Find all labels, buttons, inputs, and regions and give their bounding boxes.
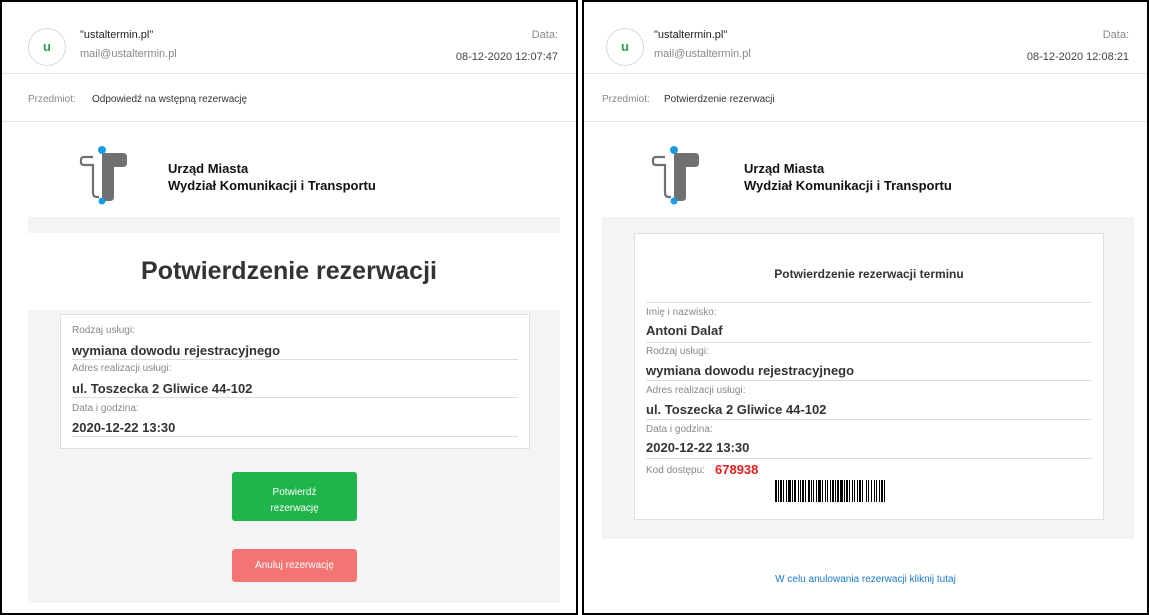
card-title: Potwierdzenie rezerwacji terminu [774, 267, 964, 281]
org-department: Wydział Komunikacji i Transportu [744, 178, 952, 193]
logo-icon [79, 146, 127, 205]
field-label: Rodzaj usługi: [72, 325, 135, 336]
field-divider [646, 342, 1092, 343]
sender-name: "ustaltermin.pl" [654, 29, 728, 41]
field-value: 2020-12-22 13:30 [72, 420, 176, 435]
field-divider [646, 458, 1092, 459]
confirm-reservation-button[interactable]: Potwierdź rezerwację [232, 472, 357, 521]
date-label: Data: [531, 29, 558, 41]
field-value: ul. Toszecka 2 Gliwice 44-102 [646, 402, 827, 417]
field-divider [72, 436, 518, 437]
confirm-label-line2: rezerwację [270, 503, 319, 514]
field-value: wymiana dowodu rejestracyjnego [72, 343, 281, 358]
field-label: Adres realizacji usługi: [72, 363, 172, 374]
subject-bar: Przedmiot: Potwierdzenie rezerwacji [584, 74, 1147, 122]
field-divider [646, 419, 1092, 420]
org-department: Wydział Komunikacji i Transportu [168, 178, 376, 193]
field-divider [646, 380, 1092, 381]
access-code-value: 678938 [715, 462, 759, 477]
date-value: 08-12-2020 12:08:21 [1026, 51, 1129, 63]
subject-text: Odpowiedź na wstępną rezerwację [92, 94, 248, 105]
cancel-reservation-button[interactable]: Anuluj rezerwację [232, 549, 357, 582]
avatar: u [606, 28, 644, 66]
field-value: ul. Toszecka 2 Gliwice 44-102 [72, 381, 253, 396]
email-panel-left: u "ustaltermin.pl" mail@ustaltermin.pl D… [0, 0, 578, 615]
cancel-reservation-link[interactable]: W celu anulowania rezerwacji kliknij tut… [584, 574, 1147, 585]
page-title: Potwierdzenie rezerwacji [141, 257, 437, 285]
org-name: Urząd Miasta [168, 161, 249, 176]
gray-band [28, 217, 560, 233]
field-value: wymiana dowodu rejestracyjnego [646, 363, 855, 378]
field-value: Antoni Dalaf [646, 323, 723, 338]
email-header: u "ustaltermin.pl" mail@ustaltermin.pl D… [584, 2, 1147, 74]
reservation-card: Rodzaj usługi: wymiana dowodu rejestracy… [60, 314, 530, 449]
org-name: Urząd Miasta [744, 161, 825, 176]
field-divider [646, 302, 1092, 303]
subject-label: Przedmiot: [28, 94, 76, 105]
date-label: Data: [1102, 29, 1129, 41]
field-label: Adres realizacji usługi: [646, 385, 746, 396]
sender-name: "ustaltermin.pl" [80, 29, 154, 41]
subject-text: Potwierdzenie rezerwacji [664, 94, 775, 105]
logo-icon [651, 146, 699, 205]
barcode-icon [775, 480, 885, 502]
sender-email[interactable]: mail@ustaltermin.pl [654, 48, 751, 60]
email-panel-right: u "ustaltermin.pl" mail@ustaltermin.pl D… [582, 0, 1149, 615]
field-divider [72, 397, 518, 398]
field-label: Rodzaj usługi: [646, 346, 709, 357]
subject-bar: Przedmiot: Odpowiedź na wstępną rezerwac… [2, 74, 576, 122]
subject-label: Przedmiot: [602, 94, 650, 105]
sender-email[interactable]: mail@ustaltermin.pl [80, 48, 177, 60]
avatar: u [28, 28, 66, 66]
email-header: u "ustaltermin.pl" mail@ustaltermin.pl D… [2, 2, 576, 74]
confirm-label-line1: Potwierdź [272, 487, 317, 498]
access-code-label: Kod dostępu: [646, 465, 705, 476]
field-divider [72, 359, 518, 360]
reservation-card: Potwierdzenie rezerwacji terminu Imię i … [634, 233, 1104, 520]
field-label: Data i godzina: [72, 403, 139, 414]
date-value: 08-12-2020 12:07:47 [455, 51, 558, 63]
field-value: 2020-12-22 13:30 [646, 440, 750, 455]
field-label: Imię i nazwisko: [646, 307, 717, 318]
field-label: Data i godzina: [646, 424, 713, 435]
